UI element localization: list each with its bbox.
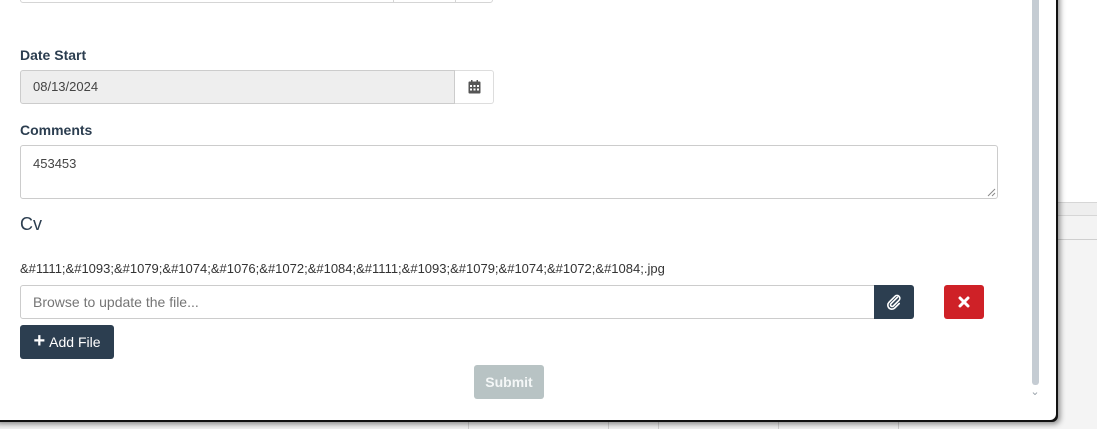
modal-dialog: Date Start 08/13/2024 Comments 453453 Cv…	[0, 0, 1056, 420]
scrollbar-thumb[interactable]	[1032, 0, 1039, 385]
previous-field-input[interactable]	[20, 0, 493, 3]
cv-heading: Cv	[20, 214, 42, 234]
submit-button[interactable]: Submit	[474, 365, 544, 399]
calendar-icon	[468, 80, 480, 94]
date-start-group: 08/13/2024	[20, 70, 494, 104]
add-file-label: Add File	[49, 334, 101, 350]
calendar-button[interactable]	[455, 70, 494, 104]
current-file-name: &#1111;&#1093;&#1079;&#1074;&#1076;&#107…	[20, 261, 665, 276]
date-start-input[interactable]: 08/13/2024	[20, 70, 455, 104]
close-icon	[958, 296, 970, 308]
remove-file-button[interactable]	[944, 285, 984, 319]
comments-textarea[interactable]: 453453	[20, 145, 998, 199]
paperclip-icon	[887, 294, 901, 310]
resize-grip-icon[interactable]	[987, 188, 996, 197]
file-browse-input[interactable]	[20, 285, 875, 319]
modal-scrollbar[interactable]	[1031, 0, 1041, 394]
comments-value: 453453	[33, 156, 77, 171]
add-file-button[interactable]: + Add File	[20, 325, 114, 359]
input-divider	[393, 0, 394, 3]
scroll-down-arrow-icon[interactable]: ⌄	[1029, 385, 1041, 399]
background-band	[1057, 202, 1097, 216]
input-divider	[455, 0, 456, 3]
date-start-label: Date Start	[20, 47, 87, 63]
attach-file-button[interactable]	[874, 285, 914, 319]
background-band	[1057, 216, 1097, 240]
comments-label: Comments	[20, 122, 93, 138]
plus-icon: +	[33, 330, 46, 352]
